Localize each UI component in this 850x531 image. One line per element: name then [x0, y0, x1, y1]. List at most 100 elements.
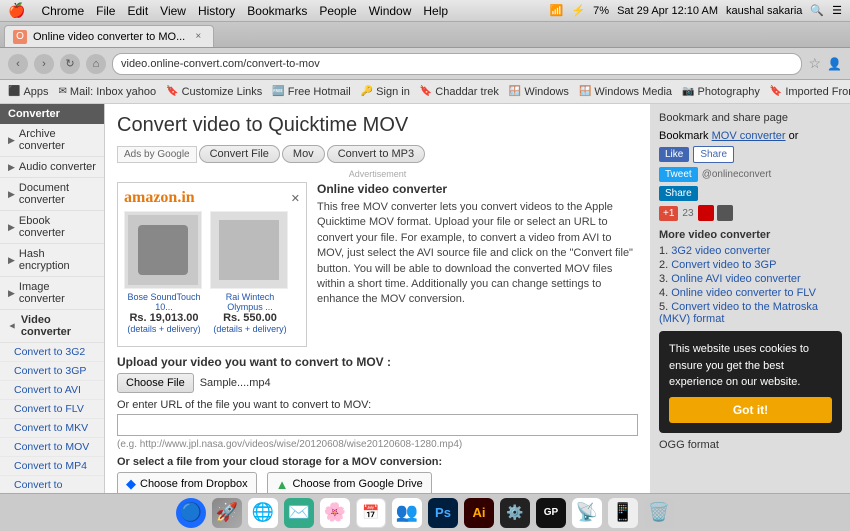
dropbox-button[interactable]: ◆ Choose from Dropbox [117, 472, 257, 493]
sidebar-item-mpeg1[interactable]: Convert to MPEG-1 [0, 476, 104, 493]
more-item-0[interactable]: 3G2 video converter [671, 245, 770, 257]
forward-button[interactable]: › [34, 54, 54, 74]
ogg-format-label: OGG format [659, 439, 842, 451]
tweet-button[interactable]: Tweet [659, 167, 698, 182]
ad-label: Ads by Google [117, 146, 197, 163]
linkedin-share-button[interactable]: Share [659, 186, 698, 201]
active-tab[interactable]: O Online video converter to MO... × [4, 25, 214, 47]
dropbox-label: Choose from Dropbox [140, 478, 248, 490]
sidebar-item-archive[interactable]: ▶ Archive converter [0, 124, 104, 157]
mov-pill[interactable]: Mov [282, 145, 325, 163]
chrome-menu[interactable]: Chrome [41, 4, 84, 18]
dock: 🔵 🚀 🌐 ✉️ 🌸 📅 👥 Ps Ai ⚙️ GP 📡 📱 🗑️ [0, 493, 850, 531]
file-menu[interactable]: File [96, 4, 115, 18]
address-input[interactable]: video.online-convert.com/convert-to-mov [112, 53, 802, 75]
product-details-1[interactable]: (details + delivery) [124, 324, 204, 334]
choose-file-button[interactable]: Choose File [117, 373, 194, 393]
sidebar-item-video[interactable]: ▼ Video converter [0, 310, 104, 343]
product-details-2[interactable]: (details + delivery) [210, 324, 290, 334]
hotmail-bookmark[interactable]: 🆓 Free Hotmail [272, 86, 350, 98]
more-item-3[interactable]: Online video converter to FLV [671, 287, 816, 299]
dock-gopro[interactable]: GP [536, 498, 566, 528]
photography-bookmark[interactable]: 📷 Photography [682, 86, 760, 98]
ad-close-button[interactable]: ✕ [291, 192, 300, 205]
dock-iphone[interactable]: 📱 [608, 498, 638, 528]
chaddar-bookmark[interactable]: 🔖 Chaddar trek [420, 86, 499, 98]
windowsmedia-bookmark[interactable]: 🪟 Windows Media [579, 86, 672, 98]
url-input[interactable] [117, 414, 638, 436]
windows-bookmark[interactable]: 🪟 Windows [509, 86, 569, 98]
dock-launchpad[interactable]: 🚀 [212, 498, 242, 528]
apps-bookmark[interactable]: ⬛ Apps [8, 86, 49, 98]
product-name-1[interactable]: Bose SoundTouch 10... [124, 292, 204, 312]
person-icon[interactable]: 👤 [827, 57, 842, 71]
more-item-2[interactable]: Online AVI video converter [671, 273, 800, 285]
history-menu[interactable]: History [198, 4, 235, 18]
dock-illustrator[interactable]: Ai [464, 498, 494, 528]
windowsmedia-icon: 🪟 [579, 86, 591, 97]
dock-chrome[interactable]: 🌐 [248, 498, 278, 528]
got-it-button[interactable]: Got it! [669, 397, 832, 423]
mov-converter-link[interactable]: MOV converter [712, 130, 786, 142]
social-icon-2[interactable] [717, 205, 733, 221]
social-icon-1[interactable] [698, 205, 714, 221]
sidebar-item-ebook[interactable]: ▶ Ebook converter [0, 211, 104, 244]
edit-menu[interactable]: Edit [127, 4, 148, 18]
gplus-button[interactable]: +1 [659, 206, 678, 221]
back-button[interactable]: ‹ [8, 54, 28, 74]
view-menu[interactable]: View [160, 4, 186, 18]
apple-menu[interactable]: 🍎 [8, 2, 25, 19]
sidebar-item-image[interactable]: ▶ Image converter [0, 277, 104, 310]
sidebar-item-document[interactable]: ▶ Document converter [0, 178, 104, 211]
url-label: Or enter URL of the file you want to con… [117, 399, 638, 411]
dock-photoshop[interactable]: Ps [428, 498, 458, 528]
help-menu[interactable]: Help [423, 4, 448, 18]
bookmarks-menu[interactable]: Bookmarks [247, 4, 307, 18]
google-drive-button[interactable]: ▲ Choose from Google Drive [267, 472, 432, 493]
window-menu[interactable]: Window [369, 4, 412, 18]
sidebar-item-3gp[interactable]: Convert to 3GP [0, 362, 104, 381]
sidebar-item-3g2[interactable]: Convert to 3G2 [0, 343, 104, 362]
dock-contacts[interactable]: 👥 [392, 498, 422, 528]
customize-bookmark[interactable]: 🔖 Customize Links [166, 86, 262, 98]
list-icon[interactable]: ☰ [832, 4, 842, 17]
reload-button[interactable]: ↻ [60, 54, 80, 74]
key-icon: 🔑 [361, 86, 373, 97]
signin-bookmark[interactable]: 🔑 Sign in [361, 86, 410, 98]
dock-finder[interactable]: 🔵 [176, 498, 206, 528]
fb-like-button[interactable]: Like [659, 147, 689, 162]
sidebar-item-avi[interactable]: Convert to AVI [0, 381, 104, 400]
more-converters-list: 1. 3G2 video converter 2. Convert video … [659, 245, 842, 325]
sidebar-item-mov[interactable]: Convert to MOV [0, 438, 104, 457]
sidebar-item-mkv[interactable]: Convert to MKV [0, 419, 104, 438]
more-item-4[interactable]: Convert video to the Matroska (MKV) form… [659, 301, 818, 325]
dock-calendar[interactable]: 📅 [356, 498, 386, 528]
social-title: Bookmark and share page [659, 112, 842, 124]
dock-app1[interactable]: ⚙️ [500, 498, 530, 528]
people-menu[interactable]: People [319, 4, 356, 18]
sidebar-item-flv[interactable]: Convert to FLV [0, 400, 104, 419]
more-item-1[interactable]: Convert video to 3GP [671, 259, 776, 271]
convert-file-pill[interactable]: Convert File [199, 145, 280, 163]
tab-close-button[interactable]: × [191, 30, 205, 44]
imported-bookmark[interactable]: 🔖 Imported From IE [770, 86, 850, 98]
dock-trash[interactable]: 🗑️ [644, 498, 674, 528]
dock-filezilla[interactable]: 📡 [572, 498, 602, 528]
sidebar-item-hash[interactable]: ▶ Hash encryption [0, 244, 104, 277]
photography-label: Photography [697, 86, 759, 98]
mail-bookmark[interactable]: ✉ Mail: Inbox yahoo [59, 86, 157, 98]
product-name-2[interactable]: Rai Wintech Olympus ... [210, 292, 290, 312]
dock-mail[interactable]: ✉️ [284, 498, 314, 528]
search-icon[interactable]: 🔍 [810, 4, 824, 17]
user-name: kaushal sakaria [726, 5, 802, 17]
fb-share-button[interactable]: Share [693, 146, 734, 163]
audio-label: Audio converter [19, 161, 96, 173]
bookmark-star-icon[interactable]: ☆ [808, 55, 821, 72]
sidebar-item-audio[interactable]: ▶ Audio converter [0, 157, 104, 178]
mail-label: Mail: Inbox yahoo [70, 86, 156, 98]
signin-label: Sign in [376, 86, 410, 98]
convert-to-mp3-pill[interactable]: Convert to MP3 [327, 145, 425, 163]
dock-photos[interactable]: 🌸 [320, 498, 350, 528]
sidebar-item-mp4[interactable]: Convert to MP4 [0, 457, 104, 476]
home-button[interactable]: ⌂ [86, 54, 106, 74]
